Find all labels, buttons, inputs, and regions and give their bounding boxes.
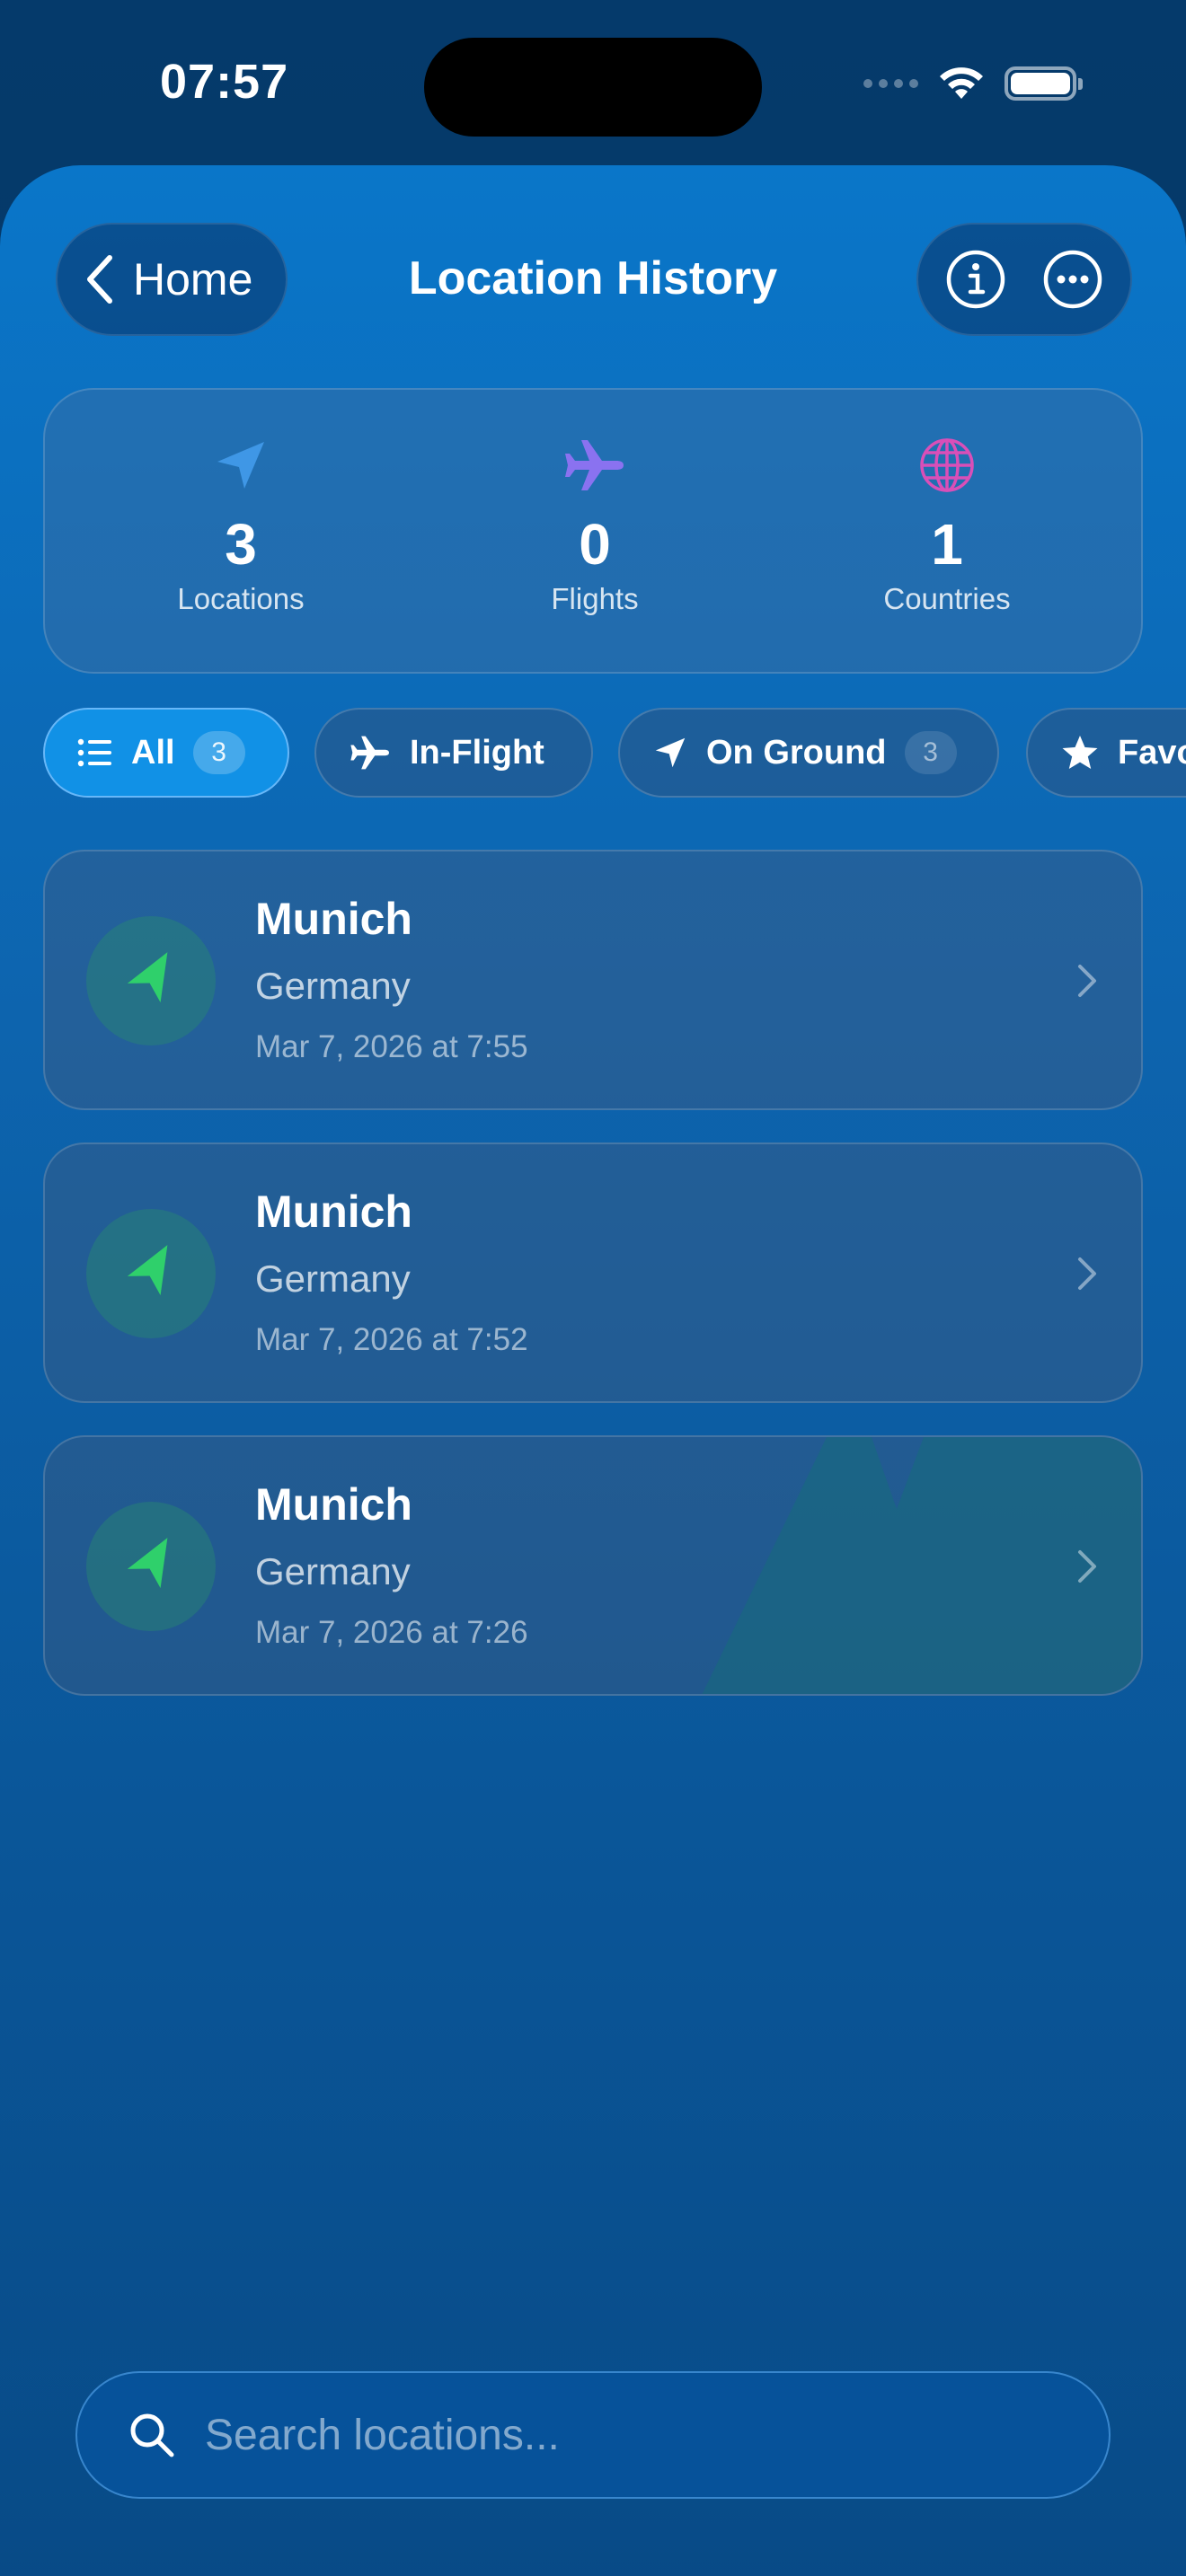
filter-favorites-label: Favo <box>1118 733 1186 772</box>
location-item-2[interactable]: Munich Germany Mar 7, 2026 at 7:52 <box>43 1142 1143 1403</box>
location-timestamp: Mar 7, 2026 at 7:55 <box>255 1029 528 1064</box>
location-item-3[interactable]: Munich Germany Mar 7, 2026 at 7:26 <box>43 1435 1143 1696</box>
more-button[interactable] <box>1037 243 1109 315</box>
filter-in-flight[interactable]: In-Flight <box>314 708 593 798</box>
stat-locations-label: Locations <box>177 582 305 615</box>
location-country: Germany <box>255 965 411 1007</box>
globe-icon <box>920 438 974 492</box>
stat-flights-label: Flights <box>551 582 639 615</box>
airplane-icon <box>565 440 624 490</box>
location-arrow-icon <box>127 952 168 1003</box>
location-country: Germany <box>255 1257 411 1300</box>
stat-countries-value: 1 <box>931 512 963 577</box>
nav-actions-group <box>916 223 1132 336</box>
dynamic-island <box>424 38 762 137</box>
search-input[interactable] <box>203 2409 1109 2461</box>
stat-countries-label: Countries <box>883 582 1011 615</box>
ground-location-avatar <box>86 916 216 1045</box>
chevron-right-icon <box>1078 1550 1096 1583</box>
filter-all-count: 3 <box>192 731 245 774</box>
airplane-icon <box>350 736 389 770</box>
stat-countries: 1 Countries <box>794 429 1100 616</box>
status-indicators <box>863 65 1083 102</box>
location-history-sheet: Home Location History 3 Locations 0 Flig… <box>0 165 1186 2576</box>
ground-location-avatar <box>86 1209 216 1338</box>
location-timestamp: Mar 7, 2026 at 7:26 <box>255 1615 528 1650</box>
stat-flights: 0 Flights <box>442 429 748 616</box>
chevron-right-icon <box>1078 965 1096 997</box>
list-icon <box>77 738 111 767</box>
star-icon <box>1062 736 1098 769</box>
filter-all[interactable]: All 3 <box>43 708 289 798</box>
stat-locations-value: 3 <box>225 512 257 577</box>
search-bar[interactable] <box>75 2371 1111 2499</box>
info-button[interactable] <box>940 243 1012 315</box>
search-icon <box>130 2413 174 2457</box>
location-city: Munich <box>255 894 412 944</box>
info-circle-icon <box>946 250 1005 309</box>
status-time: 07:57 <box>160 55 289 109</box>
location-timestamp: Mar 7, 2026 at 7:52 <box>255 1322 528 1357</box>
ground-location-avatar <box>86 1502 216 1631</box>
filter-on-ground-label: On Ground <box>706 733 887 772</box>
screen: 07:57 Home Location History 3 Locations … <box>0 0 1186 2576</box>
location-arrow-icon <box>127 1538 168 1589</box>
location-city: Munich <box>255 1479 412 1530</box>
filter-favorites[interactable]: Favo <box>1026 708 1186 798</box>
battery-icon <box>1005 66 1083 101</box>
ellipsis-circle-icon <box>1043 250 1102 309</box>
location-arrow-icon <box>127 1245 168 1296</box>
location-arrow-icon <box>655 737 686 768</box>
stat-flights-value: 0 <box>579 512 611 577</box>
stats-card: 3 Locations 0 Flights 1 Countries <box>43 388 1143 674</box>
location-country: Germany <box>255 1550 411 1592</box>
filter-all-label: All <box>131 733 175 772</box>
filter-on-ground[interactable]: On Ground 3 <box>618 708 999 798</box>
location-arrow-icon <box>217 442 264 489</box>
mountain-decoration <box>702 1437 1141 1694</box>
wifi-icon <box>940 67 983 99</box>
chevron-right-icon <box>1078 1257 1096 1290</box>
filter-on-ground-count: 3 <box>904 731 957 774</box>
stat-locations: 3 Locations <box>88 429 394 616</box>
location-item-1[interactable]: Munich Germany Mar 7, 2026 at 7:55 <box>43 850 1143 1110</box>
location-city: Munich <box>255 1187 412 1237</box>
filter-chips: All 3 In-Flight On Ground 3 Fav <box>43 708 1186 799</box>
filter-in-flight-label: In-Flight <box>410 733 544 772</box>
cellular-signal-icon <box>863 79 918 88</box>
